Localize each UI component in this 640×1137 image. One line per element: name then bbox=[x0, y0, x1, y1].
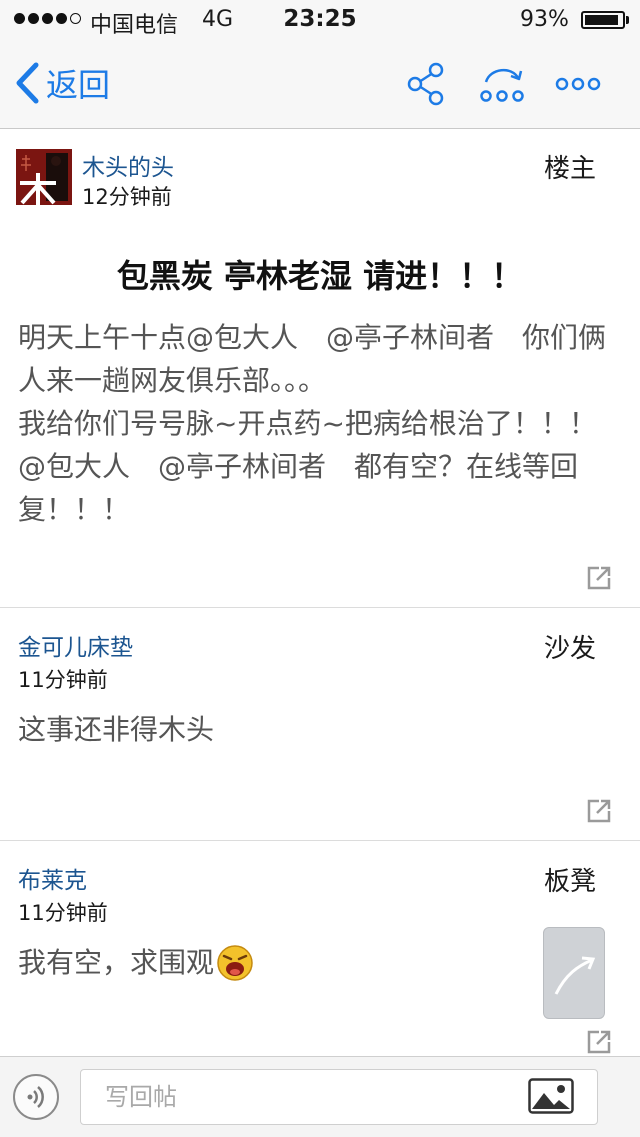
post-time: 12分钟前 bbox=[82, 185, 172, 209]
post-body: 明天上午十点@包大人 @亭子林间者 你们俩人来一趟网友俱乐部。。。 我给你们号号… bbox=[18, 316, 622, 531]
reply-text: 这事还非得木头 bbox=[18, 713, 215, 746]
battery-icon bbox=[581, 11, 625, 29]
back-label: 返回 bbox=[46, 66, 111, 104]
reply-text: 我有空，求围观 bbox=[18, 946, 215, 979]
main-post: 木头的头 12分钟前 楼主 包黑炭 亭林老湿 请进！！！ 明天上午十点@包大人 … bbox=[0, 129, 640, 608]
reply-author[interactable]: 金可儿床垫 bbox=[18, 628, 133, 662]
voice-icon bbox=[27, 1086, 44, 1108]
open-external-icon[interactable] bbox=[586, 1029, 612, 1055]
share-icon[interactable] bbox=[406, 62, 446, 106]
laughing-emoji-icon bbox=[217, 944, 253, 981]
image-upload-icon[interactable] bbox=[528, 1078, 574, 1114]
image-thumbnail[interactable] bbox=[543, 927, 605, 1019]
reply-item: 金可儿床垫 11分钟前 沙发 这事还非得木头 bbox=[0, 608, 640, 841]
reply-author[interactable]: 布莱克 bbox=[18, 861, 87, 895]
post-author[interactable]: 木头的头 bbox=[82, 148, 174, 182]
reply-text-row: 我有空，求围观 bbox=[18, 941, 622, 984]
floor-label: 沙发 bbox=[543, 634, 596, 664]
chevron-left-icon bbox=[16, 62, 39, 104]
image-placeholder-icon bbox=[554, 956, 596, 995]
avatar-image bbox=[16, 149, 72, 205]
voice-input-button[interactable] bbox=[13, 1074, 59, 1120]
open-external-icon[interactable] bbox=[586, 798, 612, 824]
battery-percent: 93% bbox=[520, 7, 569, 32]
status-bar: 中国电信 4G 23:25 93% bbox=[0, 0, 640, 40]
forward-icon[interactable] bbox=[478, 62, 526, 106]
reply-input[interactable] bbox=[80, 1069, 598, 1125]
navigation-bar: 返回 bbox=[0, 40, 640, 129]
floor-label: 楼主 bbox=[543, 154, 596, 184]
post-body-line: 我给你们号号脉~开点药~把病给根治了！！！ bbox=[18, 407, 597, 440]
reply-bar bbox=[0, 1056, 640, 1137]
more-icon[interactable] bbox=[554, 62, 602, 106]
reply-time: 11分钟前 bbox=[18, 901, 108, 925]
post-body-line: 明天上午十点@包大人 @亭子林间者 你们俩人来一趟网友俱乐部。。。 bbox=[18, 321, 607, 397]
floor-label: 板凳 bbox=[543, 867, 596, 897]
reply-item: 布莱克 11分钟前 板凳 我有空，求围观 bbox=[0, 841, 640, 1055]
avatar[interactable] bbox=[16, 149, 72, 205]
battery-cap bbox=[626, 16, 629, 24]
back-button[interactable]: 返回 bbox=[14, 60, 110, 106]
reply-time: 11分钟前 bbox=[18, 668, 108, 692]
post-title: 包黑炭 亭林老湿 请进！！！ bbox=[116, 257, 524, 295]
open-external-icon[interactable] bbox=[586, 565, 612, 591]
post-body-line: @包大人 @亭子林间者 都有空？在线等回复！！！ bbox=[18, 450, 579, 526]
